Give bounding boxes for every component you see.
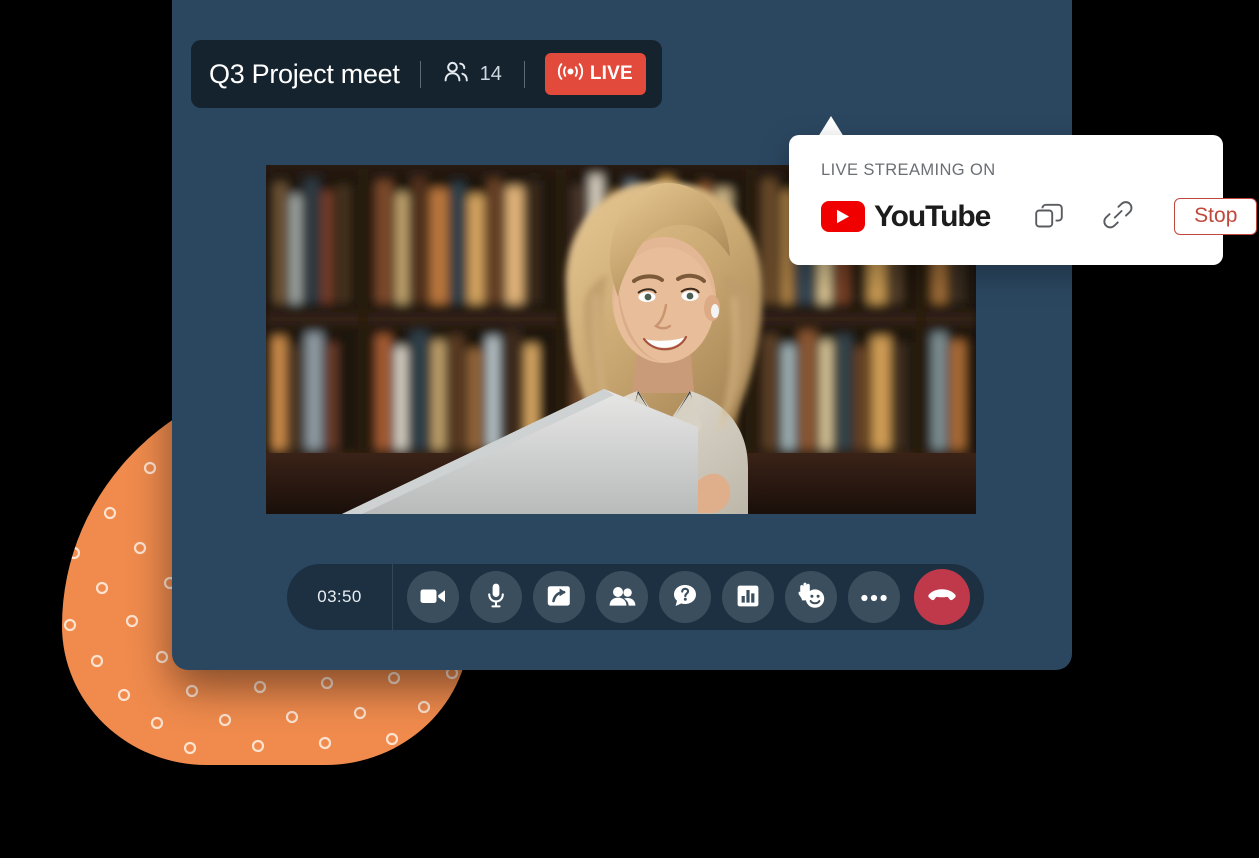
copy-icon bbox=[1034, 200, 1064, 233]
link-icon bbox=[1102, 200, 1134, 233]
people-icon bbox=[443, 61, 469, 88]
live-badge-label: LIVE bbox=[589, 63, 633, 84]
copy-link-button[interactable] bbox=[1102, 200, 1134, 233]
youtube-wordmark: YouTube bbox=[874, 199, 991, 233]
youtube-logo: YouTube bbox=[821, 199, 991, 234]
phone-hangup-icon bbox=[928, 588, 956, 607]
call-timer: 03:50 bbox=[287, 564, 393, 630]
copy-button[interactable] bbox=[1034, 200, 1064, 233]
popover-arrow bbox=[818, 116, 844, 137]
header-divider-1 bbox=[419, 60, 421, 88]
camera-button[interactable] bbox=[407, 571, 459, 623]
raise-hand-smiley-icon bbox=[797, 582, 825, 612]
screen-root: Q3 Project meet 14 LIVE 03:50 LIVE STREA… bbox=[0, 0, 1259, 858]
polls-button[interactable] bbox=[722, 571, 774, 623]
question-bubble-icon bbox=[673, 584, 697, 610]
live-streaming-popover: LIVE STREAMING ON YouTube Stop bbox=[789, 135, 1258, 265]
broadcast-icon bbox=[556, 61, 585, 88]
end-call-button[interactable] bbox=[914, 569, 970, 625]
share-screen-button[interactable] bbox=[533, 571, 585, 623]
participants-indicator[interactable]: 14 bbox=[423, 61, 522, 88]
page-title: Q3 Project meet bbox=[209, 58, 400, 89]
header-divider-2 bbox=[523, 60, 525, 88]
reactions-button[interactable] bbox=[785, 571, 837, 623]
stop-stream-button[interactable]: Stop bbox=[1174, 198, 1258, 236]
people-icon bbox=[609, 586, 636, 609]
participants-button[interactable] bbox=[596, 571, 648, 623]
ellipsis-icon bbox=[861, 590, 887, 605]
meeting-header-bar: Q3 Project meet 14 LIVE bbox=[191, 40, 662, 108]
microphone-button[interactable] bbox=[470, 571, 522, 623]
live-badge-button[interactable]: LIVE bbox=[544, 53, 646, 95]
popover-actions-row: YouTube Stop bbox=[821, 198, 1258, 236]
call-controls-toolbar: 03:50 bbox=[287, 564, 984, 630]
call-timer-text: 03:50 bbox=[317, 587, 362, 606]
more-options-button[interactable] bbox=[848, 571, 900, 623]
qa-button[interactable] bbox=[659, 571, 711, 623]
youtube-play-icon bbox=[821, 201, 865, 233]
popover-title: LIVE STREAMING ON bbox=[821, 161, 996, 179]
share-screen-icon bbox=[547, 585, 571, 610]
microphone-icon bbox=[487, 583, 505, 611]
bar-chart-icon bbox=[737, 585, 759, 610]
participants-count: 14 bbox=[479, 62, 502, 85]
video-camera-icon bbox=[420, 587, 446, 608]
